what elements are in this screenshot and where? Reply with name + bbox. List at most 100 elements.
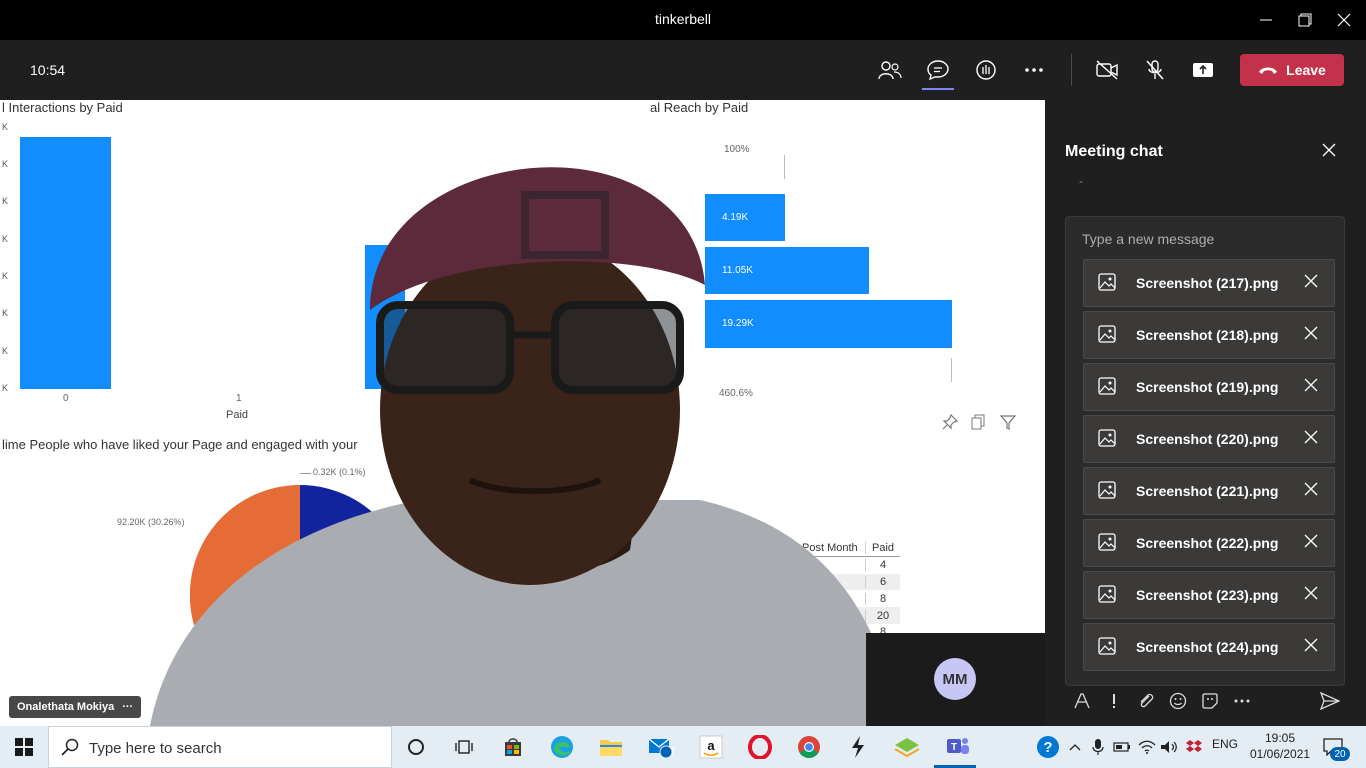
- wifi-icon[interactable]: [1137, 731, 1157, 763]
- window-titlebar: tinkerbell: [0, 0, 1366, 40]
- edge-browser-icon[interactable]: [546, 731, 578, 763]
- mail-icon[interactable]: 7: [644, 731, 676, 763]
- more-actions-icon[interactable]: [1020, 56, 1048, 84]
- chevron-up-icon[interactable]: [1065, 731, 1085, 763]
- attachment-item[interactable]: Screenshot (220).png: [1083, 415, 1335, 463]
- notification-count: 20: [1330, 747, 1350, 761]
- attachment-name: Screenshot (221).png: [1136, 483, 1279, 499]
- system-clock[interactable]: 19:05 01/06/2021: [1250, 730, 1310, 762]
- remove-attachment-icon[interactable]: [1304, 638, 1318, 652]
- close-icon[interactable]: [1319, 140, 1339, 160]
- svg-text:T: T: [951, 742, 957, 753]
- amazon-icon[interactable]: a: [695, 731, 727, 763]
- clock-date: 01/06/2021: [1250, 747, 1311, 761]
- app-layers-icon[interactable]: [891, 731, 923, 763]
- chat-title: Meeting chat: [1065, 143, 1163, 160]
- attachment-name: Screenshot (217).png: [1136, 275, 1279, 291]
- camera-off-icon[interactable]: [1093, 56, 1121, 84]
- remove-attachment-icon[interactable]: [1304, 326, 1318, 340]
- meeting-toolbar: 10:54 Leave: [0, 40, 1366, 100]
- attachment-item[interactable]: Screenshot (217).png: [1083, 259, 1335, 307]
- chrome-icon[interactable]: [793, 731, 825, 763]
- app-lightning-icon[interactable]: [842, 731, 874, 763]
- windows-logo-icon: [15, 738, 33, 756]
- leave-button[interactable]: Leave: [1240, 54, 1344, 86]
- attachment-name: Screenshot (218).png: [1136, 327, 1279, 343]
- mic-off-icon[interactable]: [1141, 56, 1169, 84]
- remove-attachment-icon[interactable]: [1304, 534, 1318, 548]
- raise-hand-icon[interactable]: [972, 56, 1000, 84]
- active-tab-indicator: [922, 88, 954, 90]
- share-screen-icon[interactable]: [1189, 56, 1217, 84]
- participant-name-badge: Onalethata Mokiya ···: [9, 696, 142, 718]
- task-view-icon[interactable]: [448, 731, 480, 763]
- attachment-item[interactable]: Screenshot (222).png: [1083, 519, 1335, 567]
- attachment-name: Screenshot (219).png: [1136, 379, 1279, 395]
- file-explorer-icon[interactable]: [595, 731, 627, 763]
- important-icon[interactable]: [1103, 690, 1125, 712]
- image-file-icon: [1098, 377, 1116, 395]
- participants-icon[interactable]: [876, 56, 904, 84]
- sticker-icon[interactable]: [1199, 690, 1221, 712]
- leave-label: Leave: [1286, 62, 1326, 78]
- remove-attachment-icon[interactable]: [1304, 274, 1318, 288]
- emoji-icon[interactable]: [1167, 690, 1189, 712]
- volume-icon[interactable]: [1159, 731, 1179, 763]
- image-file-icon: [1098, 325, 1116, 343]
- remove-attachment-icon[interactable]: [1304, 586, 1318, 600]
- image-file-icon: [1098, 481, 1116, 499]
- svg-text:?: ?: [1043, 739, 1052, 756]
- clock-time: 19:05: [1264, 731, 1296, 745]
- format-icon[interactable]: [1071, 690, 1093, 712]
- meeting-chat-panel: Meeting chat - Type a new message Screen…: [1045, 100, 1366, 726]
- opera-icon[interactable]: [744, 731, 776, 763]
- start-button[interactable]: [0, 726, 48, 768]
- windows-taskbar: Type here to search 7 a T ? ENG 19:05 01…: [0, 726, 1366, 768]
- chat-message-placeholder: -: [1079, 174, 1083, 188]
- search-icon: [61, 738, 79, 756]
- more-options-icon[interactable]: [1231, 690, 1253, 712]
- help-icon[interactable]: ?: [1032, 731, 1064, 763]
- attachment-item[interactable]: Screenshot (221).png: [1083, 467, 1335, 515]
- cortana-icon[interactable]: [400, 731, 432, 763]
- remove-attachment-icon[interactable]: [1304, 378, 1318, 392]
- attachment-item[interactable]: Screenshot (219).png: [1083, 363, 1335, 411]
- send-icon[interactable]: [1319, 690, 1341, 712]
- search-input[interactable]: Type here to search: [89, 740, 222, 757]
- attachment-name: Screenshot (222).png: [1136, 535, 1279, 551]
- image-file-icon: [1098, 429, 1116, 447]
- remove-attachment-icon[interactable]: [1304, 430, 1318, 444]
- image-file-icon: [1098, 533, 1116, 551]
- attachment-name: Screenshot (223).png: [1136, 587, 1279, 603]
- attachment-item[interactable]: Screenshot (224).png: [1083, 623, 1335, 671]
- dropbox-icon[interactable]: [1184, 731, 1204, 763]
- compose-box[interactable]: Type a new message Screenshot (217).png …: [1065, 216, 1345, 686]
- minimize-button[interactable]: [1251, 6, 1281, 34]
- microsoft-store-icon[interactable]: [497, 731, 529, 763]
- compose-toolbar: [1071, 690, 1361, 714]
- language-indicator[interactable]: ENG: [1212, 737, 1238, 751]
- battery-icon[interactable]: [1112, 731, 1132, 763]
- attach-icon[interactable]: [1135, 690, 1157, 712]
- meeting-duration: 10:54: [30, 62, 66, 78]
- message-input[interactable]: Type a new message: [1082, 231, 1214, 247]
- self-video-tile: MM: [866, 633, 1045, 726]
- teams-icon[interactable]: T: [940, 731, 976, 763]
- mail-badge: 7: [670, 746, 676, 757]
- microphone-icon[interactable]: [1088, 731, 1108, 763]
- attachment-name: Screenshot (224).png: [1136, 639, 1279, 655]
- taskbar-search[interactable]: Type here to search: [48, 726, 392, 768]
- participant-more-button[interactable]: ···: [122, 701, 133, 713]
- window-title: tinkerbell: [654, 11, 712, 27]
- toolbar-divider: [1071, 54, 1072, 86]
- svg-text:a: a: [707, 738, 715, 753]
- attachment-item[interactable]: Screenshot (223).png: [1083, 571, 1335, 619]
- close-window-button[interactable]: [1329, 6, 1359, 34]
- image-file-icon: [1098, 585, 1116, 603]
- attachment-item[interactable]: Screenshot (218).png: [1083, 311, 1335, 359]
- hang-up-icon: [1259, 67, 1278, 74]
- image-file-icon: [1098, 273, 1116, 291]
- chat-icon[interactable]: [924, 56, 952, 84]
- maximize-button[interactable]: [1290, 6, 1320, 34]
- remove-attachment-icon[interactable]: [1304, 482, 1318, 496]
